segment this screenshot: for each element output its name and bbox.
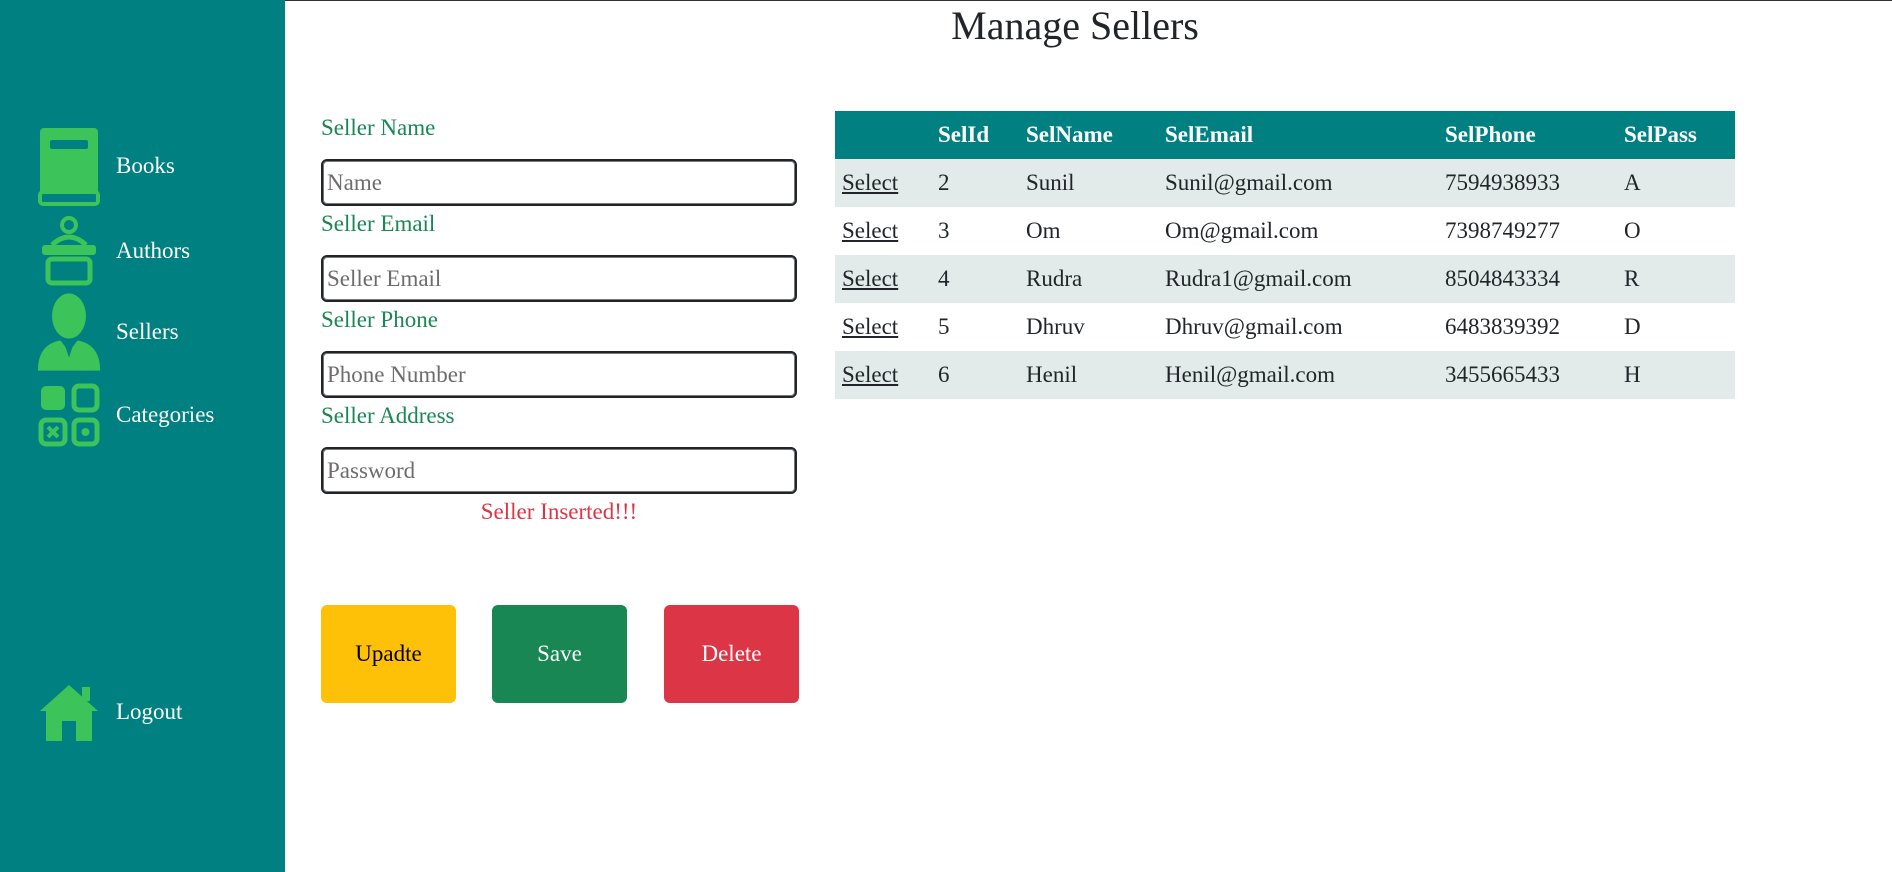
cell-pass: D	[1624, 314, 1641, 339]
seller-name-input[interactable]	[321, 159, 797, 206]
seller-address-label: Seller Address	[321, 403, 455, 428]
seller-email-label: Seller Email	[321, 211, 436, 236]
cell-email: Henil@gmail.com	[1165, 362, 1336, 387]
table-row[interactable]: Select 2 Sunil Sunil@gmail.com 759493893…	[835, 159, 1735, 207]
cell-email: Dhruv@gmail.com	[1165, 314, 1343, 339]
delete-button[interactable]: Delete	[664, 605, 799, 703]
cell-pass: O	[1624, 218, 1641, 243]
cell-name: Henil	[1026, 362, 1078, 387]
sidebar-item-books[interactable]: Books	[36, 125, 175, 207]
sidebar-item-label: Authors	[116, 238, 191, 263]
column-header-action	[835, 111, 931, 159]
cell-pass: R	[1624, 266, 1640, 291]
column-header-selpass[interactable]: SelPass	[1617, 111, 1735, 159]
select-link[interactable]: Select	[842, 362, 898, 387]
seller-phone-label: Seller Phone	[321, 307, 438, 332]
sidebar-item-label: Books	[116, 153, 175, 178]
table-row[interactable]: Select 6 Henil Henil@gmail.com 345566543…	[835, 351, 1735, 399]
cell-name: Rudra	[1026, 266, 1083, 291]
cell-id: 6	[938, 362, 950, 387]
cell-name: Sunil	[1026, 170, 1075, 195]
sellers-table: SelId SelName SelEmail SelPhone SelPass …	[835, 111, 1735, 399]
seller-icon	[36, 291, 102, 373]
cell-email: Sunil@gmail.com	[1165, 170, 1333, 195]
seller-name-label: Seller Name	[321, 115, 436, 140]
book-icon	[36, 125, 102, 207]
table-row[interactable]: Select 3 Om Om@gmail.com 7398749277 O	[835, 207, 1735, 255]
cell-phone: 7594938933	[1445, 170, 1560, 195]
sidebar-item-label: Sellers	[116, 319, 179, 344]
cell-name: Om	[1026, 218, 1061, 243]
sidebar-item-categories[interactable]: Categories	[36, 374, 214, 456]
seller-phone-input[interactable]	[321, 351, 797, 398]
column-header-selname[interactable]: SelName	[1019, 111, 1158, 159]
cell-id: 4	[938, 266, 950, 291]
select-link[interactable]: Select	[842, 266, 898, 291]
column-header-selemail[interactable]: SelEmail	[1158, 111, 1438, 159]
sidebar-item-logout[interactable]: Logout	[36, 671, 182, 753]
categories-icon	[36, 374, 102, 456]
cell-id: 3	[938, 218, 950, 243]
column-header-selid[interactable]: SelId	[931, 111, 1019, 159]
cell-email: Om@gmail.com	[1165, 218, 1319, 243]
sidebar-item-label: Categories	[116, 402, 215, 427]
sidebar: Books Authors Sellers Categories Logout	[0, 0, 285, 872]
select-link[interactable]: Select	[842, 170, 898, 195]
cell-phone: 3455665433	[1445, 362, 1560, 387]
logout-label: Logout	[116, 699, 183, 724]
table-row[interactable]: Select 5 Dhruv Dhruv@gmail.com 648383939…	[835, 303, 1735, 351]
table-header-row: SelId SelName SelEmail SelPhone SelPass	[835, 111, 1735, 159]
save-button[interactable]: Save	[492, 605, 627, 703]
cell-pass: H	[1624, 362, 1641, 387]
author-icon	[36, 210, 102, 292]
sidebar-item-sellers[interactable]: Sellers	[36, 291, 179, 373]
seller-email-input[interactable]	[321, 255, 797, 302]
status-message: Seller Inserted!!!	[480, 499, 638, 524]
update-button[interactable]: Upadte	[321, 605, 456, 703]
cell-id: 2	[938, 170, 950, 195]
select-link[interactable]: Select	[842, 218, 898, 243]
cell-email: Rudra1@gmail.com	[1165, 266, 1352, 291]
sidebar-item-authors[interactable]: Authors	[36, 210, 190, 292]
page-title: Manage Sellers	[951, 3, 1199, 48]
home-icon	[36, 671, 102, 753]
seller-address-input[interactable]	[321, 447, 797, 494]
cell-phone: 6483839392	[1445, 314, 1560, 339]
cell-phone: 8504843334	[1445, 266, 1560, 291]
cell-phone: 7398749277	[1445, 218, 1560, 243]
cell-pass: A	[1624, 170, 1641, 195]
select-link[interactable]: Select	[842, 314, 898, 339]
cell-id: 5	[938, 314, 950, 339]
column-header-selphone[interactable]: SelPhone	[1438, 111, 1617, 159]
cell-name: Dhruv	[1026, 314, 1085, 339]
table-row[interactable]: Select 4 Rudra Rudra1@gmail.com 85048433…	[835, 255, 1735, 303]
